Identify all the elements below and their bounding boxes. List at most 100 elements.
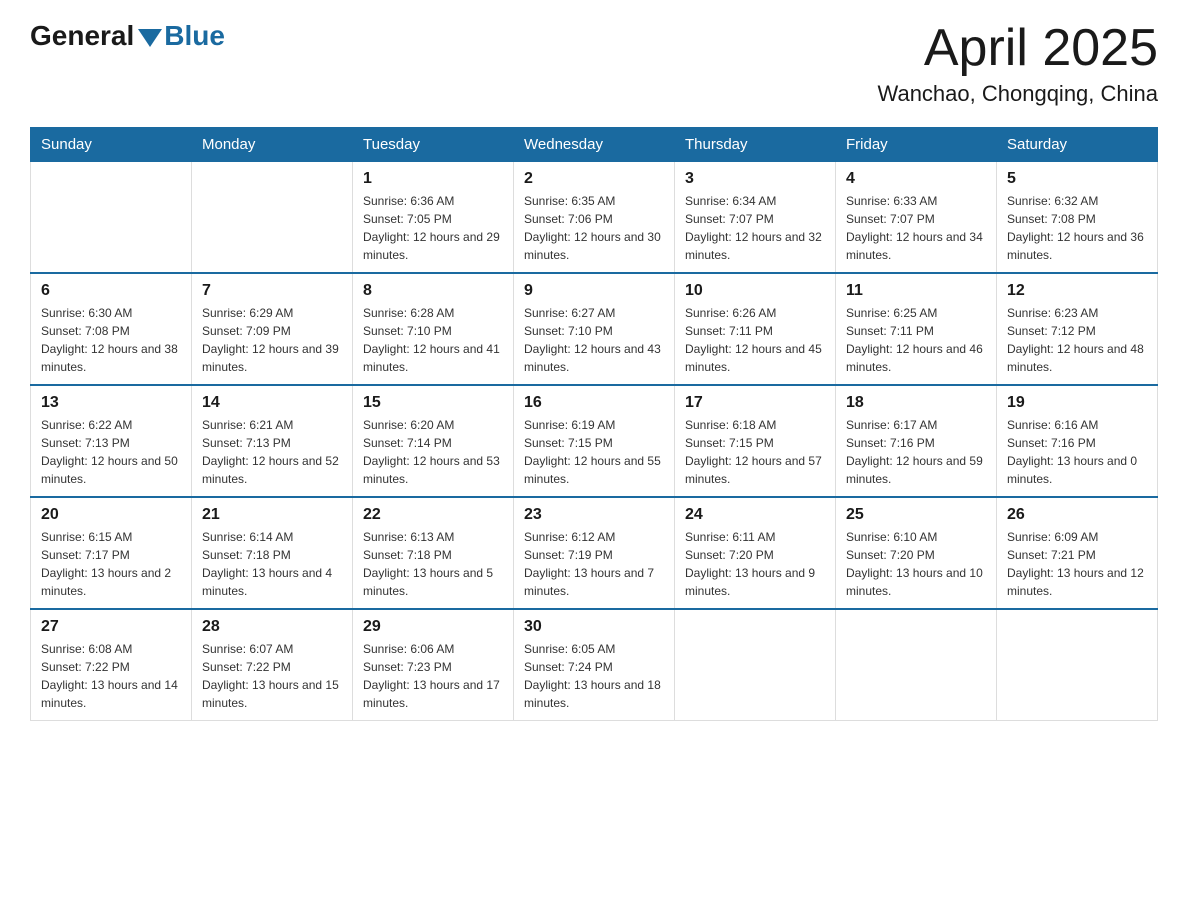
table-row: 17 Sunrise: 6:18 AMSunset: 7:15 PMDayligh… — [675, 385, 836, 497]
day-info: Sunrise: 6:33 AMSunset: 7:07 PMDaylight:… — [846, 192, 986, 264]
day-info: Sunrise: 6:16 AMSunset: 7:16 PMDaylight:… — [1007, 416, 1147, 488]
table-row: 30 Sunrise: 6:05 AMSunset: 7:24 PMDayligh… — [514, 609, 675, 721]
day-info: Sunrise: 6:17 AMSunset: 7:16 PMDaylight:… — [846, 416, 986, 488]
table-row: 23 Sunrise: 6:12 AMSunset: 7:19 PMDayligh… — [514, 497, 675, 609]
table-row: 22 Sunrise: 6:13 AMSunset: 7:18 PMDayligh… — [353, 497, 514, 609]
day-number: 7 — [202, 282, 342, 300]
day-info: Sunrise: 6:35 AMSunset: 7:06 PMDaylight:… — [524, 192, 664, 264]
day-number: 20 — [41, 506, 181, 524]
day-info: Sunrise: 6:36 AMSunset: 7:05 PMDaylight:… — [363, 192, 503, 264]
day-number: 18 — [846, 394, 986, 412]
day-info: Sunrise: 6:34 AMSunset: 7:07 PMDaylight:… — [685, 192, 825, 264]
calendar-week-5: 27 Sunrise: 6:08 AMSunset: 7:22 PMDayligh… — [31, 609, 1158, 721]
calendar-week-2: 6 Sunrise: 6:30 AMSunset: 7:08 PMDaylight… — [31, 273, 1158, 385]
day-info: Sunrise: 6:08 AMSunset: 7:22 PMDaylight:… — [41, 640, 181, 712]
day-info: Sunrise: 6:18 AMSunset: 7:15 PMDaylight:… — [685, 416, 825, 488]
table-row: 8 Sunrise: 6:28 AMSunset: 7:10 PMDaylight… — [353, 273, 514, 385]
table-row: 3 Sunrise: 6:34 AMSunset: 7:07 PMDaylight… — [675, 162, 836, 274]
day-number: 28 — [202, 618, 342, 636]
day-number: 11 — [846, 282, 986, 300]
header-monday: Monday — [192, 128, 353, 162]
day-info: Sunrise: 6:22 AMSunset: 7:13 PMDaylight:… — [41, 416, 181, 488]
table-row — [997, 609, 1158, 721]
day-number: 5 — [1007, 170, 1147, 188]
table-row: 27 Sunrise: 6:08 AMSunset: 7:22 PMDayligh… — [31, 609, 192, 721]
calendar-week-4: 20 Sunrise: 6:15 AMSunset: 7:17 PMDayligh… — [31, 497, 1158, 609]
table-row: 18 Sunrise: 6:17 AMSunset: 7:16 PMDayligh… — [836, 385, 997, 497]
header-tuesday: Tuesday — [353, 128, 514, 162]
day-number: 29 — [363, 618, 503, 636]
day-number: 23 — [524, 506, 664, 524]
day-number: 8 — [363, 282, 503, 300]
table-row: 11 Sunrise: 6:25 AMSunset: 7:11 PMDayligh… — [836, 273, 997, 385]
table-row: 2Sunrise: 6:35 AMSunset: 7:06 PMDaylight… — [514, 162, 675, 274]
table-row: 6 Sunrise: 6:30 AMSunset: 7:08 PMDaylight… — [31, 273, 192, 385]
header-thursday: Thursday — [675, 128, 836, 162]
day-number: 9 — [524, 282, 664, 300]
day-info: Sunrise: 6:30 AMSunset: 7:08 PMDaylight:… — [41, 304, 181, 376]
day-number: 22 — [363, 506, 503, 524]
table-row — [31, 162, 192, 274]
day-number: 17 — [685, 394, 825, 412]
table-row: 10Sunrise: 6:26 AMSunset: 7:11 PMDayligh… — [675, 273, 836, 385]
day-info: Sunrise: 6:25 AMSunset: 7:11 PMDaylight:… — [846, 304, 986, 376]
location-title: Wanchao, Chongqing, China — [878, 81, 1158, 107]
day-number: 10 — [685, 282, 825, 300]
table-row: 29Sunrise: 6:06 AMSunset: 7:23 PMDayligh… — [353, 609, 514, 721]
day-info: Sunrise: 6:10 AMSunset: 7:20 PMDaylight:… — [846, 528, 986, 600]
calendar-week-3: 13 Sunrise: 6:22 AMSunset: 7:13 PMDayligh… — [31, 385, 1158, 497]
day-info: Sunrise: 6:19 AMSunset: 7:15 PMDaylight:… — [524, 416, 664, 488]
day-info: Sunrise: 6:07 AMSunset: 7:22 PMDaylight:… — [202, 640, 342, 712]
table-row: 25 Sunrise: 6:10 AMSunset: 7:20 PMDayligh… — [836, 497, 997, 609]
logo: General Blue — [30, 20, 225, 52]
calendar-table: Sunday Monday Tuesday Wednesday Thursday… — [30, 127, 1158, 721]
day-number: 25 — [846, 506, 986, 524]
table-row: 19 Sunrise: 6:16 AMSunset: 7:16 PMDayligh… — [997, 385, 1158, 497]
table-row: 4Sunrise: 6:33 AMSunset: 7:07 PMDaylight… — [836, 162, 997, 274]
table-row — [192, 162, 353, 274]
day-number: 3 — [685, 170, 825, 188]
table-row: 12Sunrise: 6:23 AMSunset: 7:12 PMDayligh… — [997, 273, 1158, 385]
logo-general: General — [30, 20, 134, 52]
table-row: 1Sunrise: 6:36 AMSunset: 7:05 PMDaylight… — [353, 162, 514, 274]
table-row: 21 Sunrise: 6:14 AMSunset: 7:18 PMDayligh… — [192, 497, 353, 609]
day-info: Sunrise: 6:13 AMSunset: 7:18 PMDaylight:… — [363, 528, 503, 600]
header-saturday: Saturday — [997, 128, 1158, 162]
table-row: 13 Sunrise: 6:22 AMSunset: 7:13 PMDayligh… — [31, 385, 192, 497]
day-info: Sunrise: 6:28 AMSunset: 7:10 PMDaylight:… — [363, 304, 503, 376]
header-sunday: Sunday — [31, 128, 192, 162]
day-info: Sunrise: 6:32 AMSunset: 7:08 PMDaylight:… — [1007, 192, 1147, 264]
day-number: 19 — [1007, 394, 1147, 412]
day-number: 27 — [41, 618, 181, 636]
day-info: Sunrise: 6:27 AMSunset: 7:10 PMDaylight:… — [524, 304, 664, 376]
day-number: 13 — [41, 394, 181, 412]
table-row — [675, 609, 836, 721]
day-info: Sunrise: 6:12 AMSunset: 7:19 PMDaylight:… — [524, 528, 664, 600]
table-row: 14Sunrise: 6:21 AMSunset: 7:13 PMDayligh… — [192, 385, 353, 497]
calendar-week-1: 1Sunrise: 6:36 AMSunset: 7:05 PMDaylight… — [31, 162, 1158, 274]
logo-blue-part: Blue — [134, 20, 225, 52]
day-info: Sunrise: 6:14 AMSunset: 7:18 PMDaylight:… — [202, 528, 342, 600]
day-number: 21 — [202, 506, 342, 524]
table-row: 24Sunrise: 6:11 AMSunset: 7:20 PMDayligh… — [675, 497, 836, 609]
day-info: Sunrise: 6:05 AMSunset: 7:24 PMDaylight:… — [524, 640, 664, 712]
table-row: 9 Sunrise: 6:27 AMSunset: 7:10 PMDaylight… — [514, 273, 675, 385]
table-row — [836, 609, 997, 721]
day-info: Sunrise: 6:15 AMSunset: 7:17 PMDaylight:… — [41, 528, 181, 600]
day-info: Sunrise: 6:11 AMSunset: 7:20 PMDaylight:… — [685, 528, 825, 600]
day-number: 6 — [41, 282, 181, 300]
calendar-header-row: Sunday Monday Tuesday Wednesday Thursday… — [31, 128, 1158, 162]
day-info: Sunrise: 6:29 AMSunset: 7:09 PMDaylight:… — [202, 304, 342, 376]
table-row: 5 Sunrise: 6:32 AMSunset: 7:08 PMDaylight… — [997, 162, 1158, 274]
header-friday: Friday — [836, 128, 997, 162]
header-wednesday: Wednesday — [514, 128, 675, 162]
table-row: 26Sunrise: 6:09 AMSunset: 7:21 PMDayligh… — [997, 497, 1158, 609]
table-row: 7 Sunrise: 6:29 AMSunset: 7:09 PMDaylight… — [192, 273, 353, 385]
table-row: 28 Sunrise: 6:07 AMSunset: 7:22 PMDayligh… — [192, 609, 353, 721]
day-info: Sunrise: 6:09 AMSunset: 7:21 PMDaylight:… — [1007, 528, 1147, 600]
logo-arrow-icon — [138, 29, 162, 47]
day-info: Sunrise: 6:20 AMSunset: 7:14 PMDaylight:… — [363, 416, 503, 488]
title-section: April 2025 Wanchao, Chongqing, China — [878, 20, 1158, 107]
day-number: 30 — [524, 618, 664, 636]
day-number: 12 — [1007, 282, 1147, 300]
